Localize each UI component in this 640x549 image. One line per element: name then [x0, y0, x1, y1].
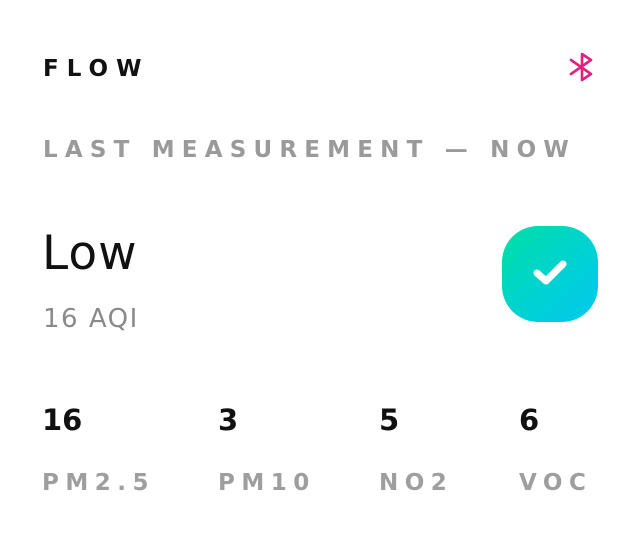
pollutant-value: 5 — [379, 403, 400, 437]
pollutant-value: 6 — [519, 403, 540, 437]
pollutant-value: 16 — [42, 403, 83, 437]
pollutant-pm25: 16 PM2.5 — [42, 400, 155, 496]
bluetooth-icon[interactable] — [566, 52, 598, 82]
last-measurement-label: LAST MEASUREMENT — NOW — [43, 137, 576, 163]
aqi-value: 16 AQI — [43, 304, 139, 334]
status-badge — [502, 226, 598, 322]
air-quality-level: Low — [42, 226, 138, 281]
pollutant-pm10: 3 PM10 — [218, 400, 316, 496]
pollutant-label: NO2 — [379, 470, 454, 496]
pollutant-label: PM10 — [218, 470, 316, 496]
pollutant-no2: 5 NO2 — [379, 400, 453, 496]
checkmark-icon — [532, 257, 568, 291]
pollutant-label: VOC — [519, 470, 593, 496]
pollutant-voc: 6 VOC — [519, 400, 592, 496]
pollutant-label: PM2.5 — [42, 470, 155, 496]
app-title: FLOW — [43, 56, 150, 82]
pollutant-value: 3 — [218, 403, 239, 437]
